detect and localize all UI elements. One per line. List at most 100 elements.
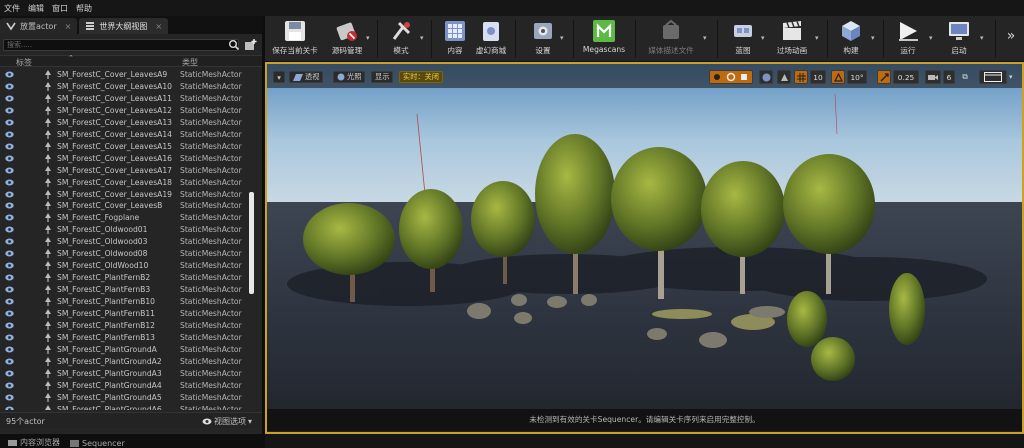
table-row[interactable]: SM_ForestC_PlantGroundA4 StaticMeshActor [0,380,258,392]
visibility-eye-icon[interactable] [5,406,14,410]
table-row[interactable]: SM_ForestC_Oldwood01 StaticMeshActor [0,224,258,236]
visibility-eye-icon[interactable] [5,167,14,174]
menu-edit[interactable]: 编辑 [28,3,44,14]
table-row[interactable]: SM_ForestC_PlantFernB10 StaticMeshActor [0,296,258,308]
tab-world-outliner[interactable]: 世界大纲视图 × [79,18,169,34]
cinematics-button[interactable]: 过场动画 [769,19,815,59]
visibility-eye-icon[interactable] [5,119,14,126]
table-row[interactable]: SM_ForestC_Cover_LeavesA19 StaticMeshActo… [0,189,258,201]
visibility-eye-icon[interactable] [5,274,14,281]
menu-file[interactable]: 文件 [4,3,20,14]
chevron-down-icon[interactable]: ▾ [871,34,875,42]
chevron-down-icon[interactable]: ▾ [420,34,424,42]
visibility-eye-icon[interactable] [5,131,14,138]
table-row[interactable]: SM_ForestC_PlantGroundA5 StaticMeshActor [0,392,258,404]
search-icon[interactable] [228,39,240,51]
transform-tools[interactable] [709,70,753,84]
visibility-eye-icon[interactable] [5,71,14,78]
source-control-button[interactable]: 源码管理 [327,19,367,59]
chevron-down-icon[interactable]: ▾ [761,34,765,42]
tab-content-browser[interactable]: 内容浏览器 [8,437,60,448]
chevron-down-icon[interactable]: ▾ [366,34,370,42]
table-row[interactable]: SM_ForestC_Cover_LeavesB StaticMeshActor [0,200,258,212]
scale-snap-value[interactable]: 0.25 [893,70,919,84]
lit-mode-button[interactable]: 光照 [333,71,366,83]
level-viewport[interactable]: ▾ 透视 光照 显示 实时：关闭 10 10° 0.25 6 ⧉ ▾ 未检测到有… [265,62,1024,434]
tab-place-actor[interactable]: 放置actor × [0,18,78,34]
play-button[interactable]: 运行 [891,19,925,59]
visibility-eye-icon[interactable] [5,191,14,198]
show-button[interactable]: 显示 [371,71,394,83]
chevron-down-icon[interactable]: ▾ [703,34,707,42]
grid-snap-value[interactable]: 10 [810,70,826,84]
column-type-header[interactable]: 类型 [182,57,198,68]
table-row[interactable]: SM_ForestC_PlantFernB2 StaticMeshActor [0,272,258,284]
view-options-button[interactable]: 视图选项 ▾ [202,416,252,427]
rotation-snap-value[interactable]: 10° [847,70,867,84]
viewport-options-button[interactable]: ▾ [273,71,285,83]
chevron-down-icon[interactable]: ▾ [560,34,564,42]
table-row[interactable]: SM_ForestC_PlantFernB13 StaticMeshActor [0,332,258,344]
table-row[interactable]: SM_ForestC_PlantGroundA StaticMeshActor [0,344,258,356]
camera-speed-value[interactable]: 6 [943,70,955,84]
world-local-button[interactable] [759,70,773,84]
menu-window[interactable]: 窗口 [52,3,68,14]
visibility-eye-icon[interactable] [5,143,14,150]
close-icon[interactable]: × [155,22,162,31]
visibility-eye-icon[interactable] [5,262,14,269]
build-button[interactable]: 构建 [833,19,869,59]
visibility-eye-icon[interactable] [5,370,14,377]
visibility-eye-icon[interactable] [5,202,14,209]
table-row[interactable]: SM_ForestC_PlantFernB3 StaticMeshActor [0,284,258,296]
visibility-eye-icon[interactable] [5,83,14,90]
tab-sequencer[interactable]: Sequencer [70,439,125,448]
table-row[interactable]: SM_ForestC_PlantGroundA3 StaticMeshActor [0,368,258,380]
chevron-down-icon[interactable]: ▾ [980,34,984,42]
megascans-button[interactable]: Megascans [579,19,629,59]
chevron-down-icon[interactable]: ▾ [815,34,819,42]
scrollbar[interactable] [249,192,254,294]
rotation-snap-toggle[interactable] [831,70,845,84]
visibility-eye-icon[interactable] [5,95,14,102]
table-row[interactable]: SM_ForestC_Cover_LeavesA9 StaticMeshActor [0,69,258,81]
scene-render[interactable] [267,64,1022,432]
table-row[interactable]: SM_ForestC_Cover_LeavesA11 StaticMeshActo… [0,93,258,105]
close-icon[interactable]: × [65,22,72,31]
visibility-eye-icon[interactable] [5,346,14,353]
visibility-eye-icon[interactable] [5,250,14,257]
maximize-icon[interactable]: ⧉ [959,70,971,84]
column-label-header[interactable]: 标签 [16,57,32,68]
table-row[interactable]: SM_ForestC_Cover_LeavesA12 StaticMeshActo… [0,105,258,117]
perspective-button[interactable]: 透视 [289,71,324,83]
table-row[interactable]: SM_ForestC_Fogplane StaticMeshActor [0,212,258,224]
visibility-eye-icon[interactable] [5,286,14,293]
content-button[interactable]: 内容 [437,19,473,59]
visibility-eye-icon[interactable] [5,107,14,114]
launch-button[interactable]: 启动 [941,19,977,59]
table-row[interactable]: SM_ForestC_PlantGroundA2 StaticMeshActor [0,356,258,368]
visibility-eye-icon[interactable] [5,179,14,186]
visibility-eye-icon[interactable] [5,310,14,317]
visibility-eye-icon[interactable] [5,298,14,305]
search-input[interactable]: 搜索..... [3,39,239,51]
table-row[interactable]: SM_ForestC_Cover_LeavesA15 StaticMeshActo… [0,141,258,153]
table-row[interactable]: SM_ForestC_Cover_LeavesA16 StaticMeshActo… [0,153,258,165]
save-level-button[interactable]: 保存当前关卡 [269,19,321,59]
visibility-eye-icon[interactable] [5,382,14,389]
visibility-eye-icon[interactable] [5,226,14,233]
visibility-eye-icon[interactable] [5,322,14,329]
chevron-down-icon[interactable]: ▾ [1009,73,1013,81]
scale-snap-toggle[interactable] [877,70,891,84]
table-row[interactable]: SM_ForestC_OldWood10 StaticMeshActor [0,260,258,272]
table-row[interactable]: SM_ForestC_PlantFernB12 StaticMeshActor [0,320,258,332]
visibility-eye-icon[interactable] [5,334,14,341]
visibility-eye-icon[interactable] [5,214,14,221]
visibility-eye-icon[interactable] [5,155,14,162]
table-row[interactable]: SM_ForestC_Cover_LeavesA10 StaticMeshActo… [0,81,258,93]
grid-snap-toggle[interactable] [794,70,808,84]
visibility-eye-icon[interactable] [5,394,14,401]
visibility-eye-icon[interactable] [5,358,14,365]
settings-button[interactable]: 设置 [523,19,563,59]
visibility-eye-icon[interactable] [5,238,14,245]
marketplace-button[interactable]: 虚幻商城 [473,19,509,59]
